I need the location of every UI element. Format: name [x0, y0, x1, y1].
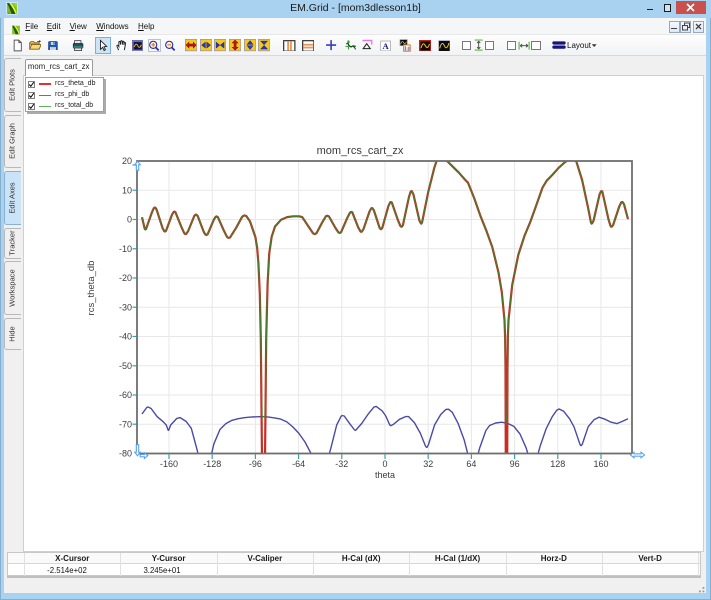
svg-text:-160: -160	[160, 459, 178, 469]
svg-text:-50: -50	[119, 361, 132, 371]
svg-text:64: 64	[466, 459, 476, 469]
svg-text:-20: -20	[119, 273, 132, 283]
svg-text:-96: -96	[249, 459, 262, 469]
svg-text:0: 0	[382, 459, 387, 469]
svg-text:rcs_theta_db: rcs_theta_db	[86, 261, 97, 316]
svg-text:96: 96	[510, 459, 520, 469]
svg-text:-64: -64	[292, 459, 305, 469]
svg-text:mom_rcs_cart_zx: mom_rcs_cart_zx	[317, 145, 404, 157]
svg-text:-30: -30	[119, 302, 132, 312]
svg-text:-80: -80	[119, 449, 132, 459]
svg-text:-60: -60	[119, 390, 132, 400]
svg-text:128: 128	[550, 459, 565, 469]
svg-text:-70: -70	[119, 419, 132, 429]
svg-text:-40: -40	[119, 332, 132, 342]
svg-text:32: 32	[423, 459, 433, 469]
svg-text:theta: theta	[375, 470, 395, 480]
svg-text:0: 0	[127, 215, 132, 225]
svg-text:-128: -128	[203, 459, 221, 469]
svg-text:-10: -10	[119, 244, 132, 254]
svg-text:10: 10	[122, 185, 132, 195]
svg-text:20: 20	[122, 156, 132, 166]
svg-text:-32: -32	[335, 459, 348, 469]
svg-text:160: 160	[593, 459, 608, 469]
